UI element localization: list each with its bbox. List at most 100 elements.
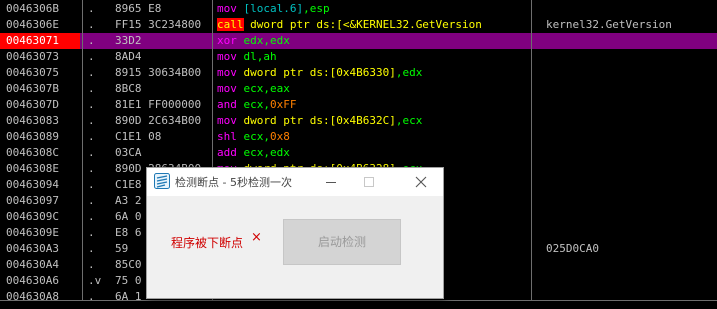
instruction-cell[interactable]: xor edx,edx: [217, 33, 530, 49]
comment-cell: [546, 161, 716, 177]
comment-cell: [546, 177, 716, 193]
instruction-cell[interactable]: and ecx,0xFF: [217, 97, 530, 113]
mnemonic: mov: [217, 82, 237, 95]
minimize-button[interactable]: [315, 168, 347, 196]
disasm-row[interactable]: 00463089. C1E1 08 shl ecx,0x8: [0, 129, 717, 145]
hex-bytes-cell[interactable]: 03CA: [115, 145, 211, 161]
address-cell[interactable]: 0046306E: [6, 17, 80, 33]
comment-cell: [546, 225, 716, 241]
column-divider: [531, 0, 532, 308]
hex-bytes-cell[interactable]: C1E1 08: [115, 129, 211, 145]
address-cell[interactable]: 00463089: [6, 129, 80, 145]
flow-marker: .: [88, 66, 95, 79]
hex-bytes-cell[interactable]: FF15 3C234800: [115, 17, 211, 33]
mnemonic: mov: [217, 66, 237, 79]
hex-bytes-cell[interactable]: 8BC8: [115, 81, 211, 97]
mnemonic: mov: [217, 2, 237, 15]
instruction-cell[interactable]: mov dword ptr ds:[0x4B632C],ecx: [217, 113, 530, 129]
mnemonic: shl: [217, 130, 237, 143]
comment-cell: [546, 33, 716, 49]
disasm-row[interactable]: 0046308C. 03CA add ecx,edx: [0, 145, 717, 161]
hex-bytes-cell[interactable]: 8AD4: [115, 49, 211, 65]
comment-cell: [546, 1, 716, 17]
comment-cell: [546, 97, 716, 113]
disasm-row[interactable]: 00463071. 33D2 xor edx,edx: [0, 33, 717, 49]
address-cell[interactable]: 0046309C: [6, 209, 80, 225]
disasm-row[interactable]: 00463075. 8915 30634B00 mov dword ptr ds:[…: [0, 65, 717, 81]
hex-bytes-cell[interactable]: 8965 E8: [115, 1, 211, 17]
mnemonic: mov: [217, 50, 237, 63]
address-cell[interactable]: 0046309E: [6, 225, 80, 241]
address-cell[interactable]: 004630A4: [6, 257, 80, 273]
comment-cell: kernel32.GetVersion: [546, 18, 672, 31]
detect-breakpoint-dialog: 检测断点 - 5秒检测一次 程序被下断点 × 启动检测: [146, 167, 444, 299]
comment-cell: [546, 49, 716, 65]
comment-cell: [546, 193, 716, 209]
instruction-cell[interactable]: mov dl,ah: [217, 49, 530, 65]
dialog-titlebar[interactable]: 检测断点 - 5秒检测一次: [147, 168, 443, 196]
address-cell[interactable]: 00463094: [6, 177, 80, 193]
disasm-row[interactable]: 00463083. 890D 2C634B00 mov dword ptr ds:[…: [0, 113, 717, 129]
instruction-cell[interactable]: mov ecx,eax: [217, 81, 530, 97]
address-cell[interactable]: 004630A6: [6, 273, 80, 289]
hex-bytes-cell[interactable]: 8915 30634B00: [115, 65, 211, 81]
instruction-cell[interactable]: call dword ptr ds:[<&KERNEL32.GetVersion: [217, 17, 530, 33]
address-cell[interactable]: 0046307B: [6, 81, 80, 97]
comment-cell: [546, 113, 716, 129]
flow-marker: .: [88, 50, 95, 63]
instruction-cell[interactable]: shl ecx,0x8: [217, 129, 530, 145]
flow-marker: .: [88, 178, 95, 191]
address-cell[interactable]: 0046308C: [6, 145, 80, 161]
comment-cell: [546, 273, 716, 289]
mnemonic: xor: [217, 34, 237, 47]
comment-cell: [546, 209, 716, 225]
flow-marker: .: [88, 226, 95, 239]
address-cell[interactable]: 0046306B: [6, 1, 80, 17]
flow-marker: .v: [88, 274, 102, 287]
flow-marker: .: [88, 194, 95, 207]
flow-marker: .: [88, 2, 95, 15]
flow-marker: .: [88, 146, 95, 159]
maximize-button[interactable]: [353, 168, 385, 196]
flow-marker: .: [88, 162, 95, 175]
comment-cell: [546, 81, 716, 97]
disasm-row[interactable]: 0046306E. FF15 3C234800 call dword ptr ds:…: [0, 17, 717, 33]
address-cell[interactable]: 00463073: [6, 49, 80, 65]
breakpoint-status-text: 程序被下断点: [171, 236, 244, 250]
flow-marker: .: [88, 242, 95, 255]
address-cell[interactable]: 0046308E: [6, 161, 80, 177]
start-detection-button[interactable]: 启动检测: [283, 219, 401, 265]
instruction-cell[interactable]: mov dword ptr ds:[0x4B6330],edx: [217, 65, 530, 81]
comment-cell: [546, 145, 716, 161]
flow-marker: .: [88, 82, 95, 95]
app-icon: [154, 173, 170, 189]
mnemonic: and: [217, 98, 237, 111]
address-cell[interactable]: 00463083: [6, 113, 80, 129]
flow-marker: .: [88, 18, 95, 31]
comment-cell: [546, 257, 716, 273]
disasm-row[interactable]: 0046306B. 8965 E8 mov [local.6],esp: [0, 1, 717, 17]
comment-cell: 025D0CA0: [546, 242, 599, 255]
flow-marker: .: [88, 34, 95, 47]
hex-bytes-cell[interactable]: 33D2: [115, 33, 211, 49]
mnemonic: add: [217, 146, 237, 159]
instruction-cell[interactable]: mov [local.6],esp: [217, 1, 530, 17]
dialog-title: 检测断点 - 5秒检测一次: [175, 176, 292, 189]
disasm-row[interactable]: 0046307D. 81E1 FF000000 and ecx,0xFF: [0, 97, 717, 113]
address-cell[interactable]: 00463075: [6, 65, 80, 81]
address-cell[interactable]: 0046307D: [6, 97, 80, 113]
flow-marker: .: [88, 98, 95, 111]
address-cell[interactable]: 00463071: [0, 33, 80, 49]
disasm-row[interactable]: 0046307B. 8BC8 mov ecx,eax: [0, 81, 717, 97]
hex-bytes-cell[interactable]: 81E1 FF000000: [115, 97, 211, 113]
address-cell[interactable]: 004630A3: [6, 241, 80, 257]
column-divider: [82, 0, 83, 308]
disasm-row[interactable]: 00463073. 8AD4 mov dl,ah: [0, 49, 717, 65]
instruction-cell[interactable]: add ecx,edx: [217, 145, 530, 161]
hex-bytes-cell[interactable]: 890D 2C634B00: [115, 113, 211, 129]
close-button[interactable]: [405, 168, 437, 196]
mnemonic: mov: [217, 114, 237, 127]
address-cell[interactable]: 00463097: [6, 193, 80, 209]
flow-marker: .: [88, 114, 95, 127]
flow-marker: .: [88, 210, 95, 223]
